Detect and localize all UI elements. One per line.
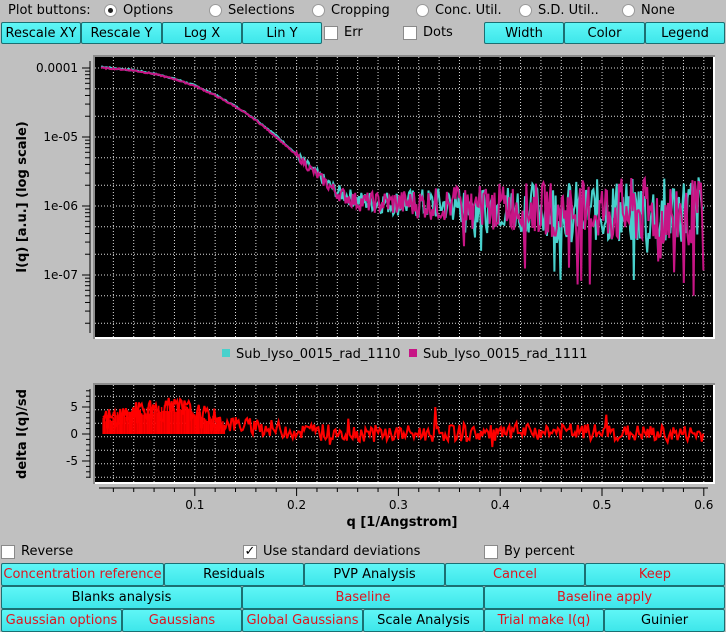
checkbox-box [403, 25, 417, 40]
radio-label: Cropping [331, 3, 390, 18]
radio-options[interactable]: Options [104, 3, 173, 18]
x-tick-label: 0.2 [287, 498, 306, 512]
dots-checkbox[interactable]: Dots [403, 25, 453, 40]
y-tick-label: 0 [70, 427, 78, 441]
x-tick-label: 0.1 [185, 498, 204, 512]
radio-label: S.D. Util.. [538, 3, 599, 18]
reverse-checkbox[interactable]: Reverse [1, 544, 73, 559]
y-tick-label: 1e-05 [43, 130, 78, 144]
color-button[interactable]: Color [564, 22, 645, 44]
baseline-apply-button[interactable]: Baseline apply [484, 586, 725, 609]
rescale-xy-button[interactable]: Rescale XY [1, 22, 81, 44]
radio-indicator [416, 4, 429, 17]
x-tick-label: 0.6 [694, 498, 713, 512]
x-tick-label: 0.4 [491, 498, 510, 512]
x-tick-label: 0.5 [592, 498, 611, 512]
lin-y-button[interactable]: Lin Y [242, 22, 322, 44]
checkbox-box [484, 544, 498, 559]
radio-indicator [312, 4, 325, 17]
checkbox-label: Use standard deviations [263, 544, 421, 559]
checkmark-icon: ✓ [243, 543, 257, 559]
err-checkbox[interactable]: Err [324, 25, 363, 40]
legend-swatch-1110 [222, 349, 230, 357]
log-x-button[interactable]: Log X [162, 22, 242, 44]
baseline-button[interactable]: Baseline [242, 586, 484, 609]
radio-cropping[interactable]: Cropping [312, 3, 390, 18]
legend-label-1111: Sub_lyso_0015_rad_1111 [423, 347, 588, 362]
rescale-y-button[interactable]: Rescale Y [81, 22, 162, 44]
gaussians-button[interactable]: Gaussians [122, 609, 242, 632]
radio-sd-util[interactable]: S.D. Util.. [519, 3, 599, 18]
y-tick-label: -5 [66, 454, 78, 468]
by-percent-checkbox[interactable]: By percent [484, 544, 575, 559]
y-tick-label: 1e-07 [43, 268, 78, 282]
y-tick-label: 5 [70, 400, 78, 414]
radio-conc-util[interactable]: Conc. Util. [416, 3, 502, 18]
bottom-y-axis-label: delta I(q)/sd [15, 389, 30, 479]
radio-none[interactable]: None [622, 3, 675, 18]
legend-button[interactable]: Legend [645, 22, 725, 44]
blanks-analysis-button[interactable]: Blanks analysis [1, 586, 242, 609]
radio-selections[interactable]: Selections [209, 3, 295, 18]
radio-indicator [104, 4, 117, 17]
y-tick-label: 1e-06 [43, 199, 78, 213]
radio-label: Conc. Util. [435, 3, 502, 18]
keep-button[interactable]: Keep [585, 563, 725, 586]
concentration-reference-button[interactable]: Concentration reference [1, 563, 164, 586]
cancel-button[interactable]: Cancel [445, 563, 585, 586]
radio-label: None [641, 3, 675, 18]
top-y-axis-label: I(q) [a.u.] (log scale) [15, 121, 30, 272]
checkbox-label: Reverse [21, 544, 74, 559]
radio-indicator [519, 4, 532, 17]
radio-label: Options [123, 3, 174, 18]
top-y-axis: 0.0001 1e-05 1e-06 1e-07 [36, 61, 91, 333]
checkbox-label: By percent [504, 544, 575, 559]
checkbox-label: Err [344, 25, 363, 40]
gaussian-options-button[interactable]: Gaussian options [1, 609, 122, 632]
guinier-button[interactable]: Guinier [604, 609, 725, 632]
x-tick-label: 0.3 [389, 498, 408, 512]
plot-buttons-label: Plot buttons: [8, 3, 91, 18]
use-sd-checkbox[interactable]: ✓ Use standard deviations [243, 544, 420, 559]
checkbox-box [1, 544, 15, 559]
global-gaussians-button[interactable]: Global Gaussians [242, 609, 363, 632]
y-tick-label: 0.0001 [36, 61, 78, 75]
legend-label-1110: Sub_lyso_0015_rad_1110 [236, 347, 401, 362]
checkbox-box [324, 25, 338, 40]
scale-analysis-button[interactable]: Scale Analysis [363, 609, 484, 632]
x-axis-label: q [1/Angstrom] [347, 515, 458, 530]
radio-label: Selections [228, 3, 295, 18]
residuals-button[interactable]: Residuals [164, 563, 304, 586]
legend-swatch-1111 [409, 349, 417, 357]
trial-make-iq-button[interactable]: Trial make I(q) [484, 609, 604, 632]
pvp-analysis-button[interactable]: PVP Analysis [304, 563, 445, 586]
plot-area[interactable]: 0.0001 1e-05 1e-06 1e-07 I(q) [a.u.] (log s… [0, 44, 726, 534]
radio-indicator [209, 4, 222, 17]
width-button[interactable]: Width [484, 22, 564, 44]
checkbox-label: Dots [423, 25, 453, 40]
radio-indicator [622, 4, 635, 17]
